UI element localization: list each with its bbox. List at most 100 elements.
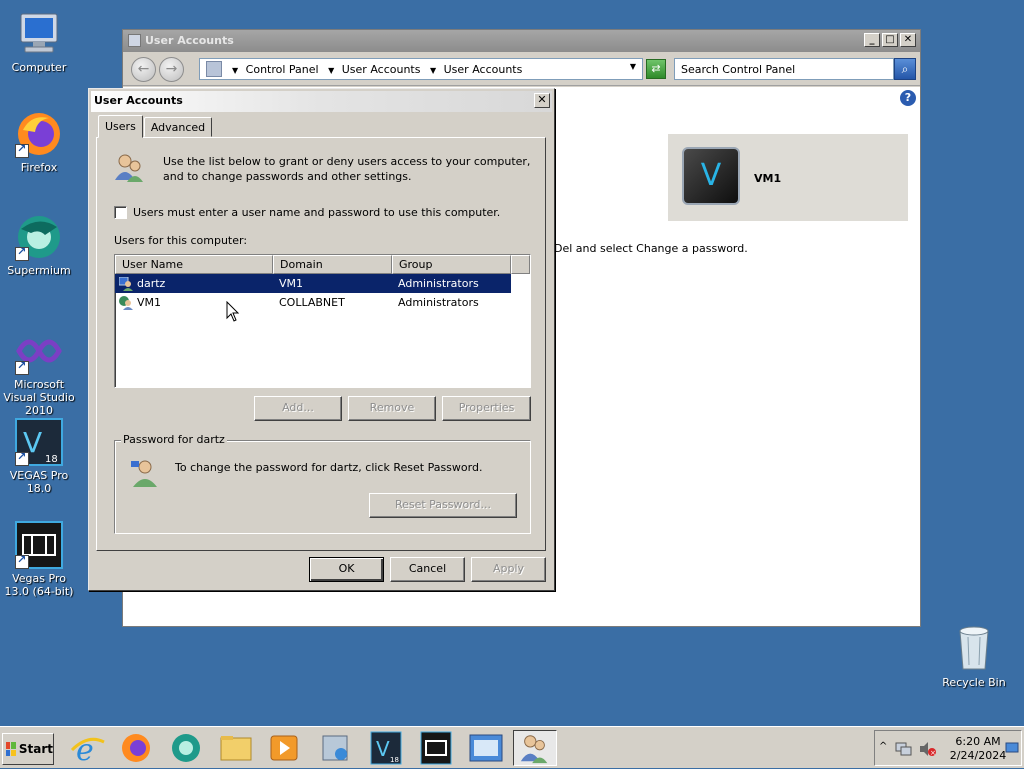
breadcrumb-separator-icon[interactable]: ▼ xyxy=(430,66,436,75)
cancel-button[interactable]: Cancel xyxy=(390,557,465,582)
back-arrow-icon: ← xyxy=(137,61,150,77)
taskbar-firefox[interactable] xyxy=(114,730,158,766)
taskbar-installer[interactable] xyxy=(313,730,357,766)
user-name: dartz xyxy=(137,277,166,290)
control-panel-icon xyxy=(206,61,222,77)
password-instructions: To change the password for dartz, click … xyxy=(175,461,483,474)
clock-time: 6:20 AM xyxy=(955,735,1001,748)
svg-text:V: V xyxy=(376,737,390,761)
search-input[interactable]: Search Control Panel xyxy=(674,58,894,80)
show-hidden-icons-icon[interactable]: ^ xyxy=(879,741,887,752)
remove-button[interactable]: Remove xyxy=(348,396,436,421)
column-header-user-name[interactable]: User Name xyxy=(115,255,273,274)
forward-arrow-icon: → xyxy=(165,61,178,77)
users-list-label: Users for this computer: xyxy=(114,234,248,247)
speaker-muted-icon[interactable]: × xyxy=(919,741,937,757)
add-button[interactable]: Add... xyxy=(254,396,342,421)
taskbar-file-explorer[interactable] xyxy=(214,730,258,766)
address-bar[interactable]: ▼ Control Panel ▼ User Accounts ▼ User A… xyxy=(199,58,643,80)
back-button[interactable]: ← xyxy=(131,57,156,82)
taskbar-vegas-pro-18[interactable]: V 18 xyxy=(364,730,408,766)
breadcrumb-user-accounts-current[interactable]: User Accounts xyxy=(444,63,523,76)
tab-users[interactable]: Users xyxy=(98,115,143,138)
minimize-button[interactable]: _ xyxy=(864,33,880,47)
column-header-domain[interactable]: Domain xyxy=(273,255,392,274)
users-icon xyxy=(520,735,548,764)
taskbar-internet-explorer[interactable]: e xyxy=(66,730,110,768)
table-row[interactable]: VM1 COLLABNET Administrators xyxy=(115,293,511,312)
search-icon: ⌕ xyxy=(901,62,909,76)
taskbar-user-accounts[interactable] xyxy=(513,730,557,766)
account-card: V VM1 xyxy=(668,134,908,221)
domain-user-icon xyxy=(119,295,133,310)
firefox-icon xyxy=(15,110,63,158)
reset-password-button[interactable]: Reset Password... xyxy=(369,493,517,518)
shortcut-arrow-icon xyxy=(15,245,29,261)
installer-icon xyxy=(322,735,348,761)
dialog-close-button[interactable]: ✕ xyxy=(534,93,550,108)
vegas-pro-18-icon: V 18 xyxy=(370,731,402,765)
dialog-titlebar[interactable]: User Accounts ✕ xyxy=(91,91,552,112)
shortcut-arrow-icon xyxy=(15,450,29,466)
breadcrumb-user-accounts[interactable]: User Accounts xyxy=(342,63,421,76)
breadcrumb-separator-icon[interactable]: ▼ xyxy=(328,66,334,75)
taskbar-supermium[interactable] xyxy=(164,730,208,766)
desktop-icon-vegas-pro-18[interactable]: V18 VEGAS Pro 18.0 xyxy=(0,418,78,495)
user-accounts-icon xyxy=(128,34,141,47)
column-header-group[interactable]: Group xyxy=(392,255,511,274)
mouse-cursor-icon xyxy=(226,301,240,322)
taskbar-media-player[interactable] xyxy=(262,730,306,766)
maximize-button[interactable]: □ xyxy=(882,33,898,47)
desktop-icon-label: Microsoft Visual Studio 2010 xyxy=(3,378,75,417)
search-button[interactable]: ⌕ xyxy=(894,58,916,80)
navigation-bar: ← → ▼ Control Panel ▼ User Accounts ▼ Us… xyxy=(123,52,920,86)
desktop-icon-visual-studio[interactable]: Microsoft Visual Studio 2010 xyxy=(0,327,78,417)
firefox-icon xyxy=(122,734,150,762)
desktop-icon-vegas-pro-13[interactable]: Vegas Pro 13.0 (64-bit) xyxy=(0,521,78,598)
windows-logo-icon xyxy=(6,742,16,756)
address-dropdown-icon[interactable]: ▼ xyxy=(630,62,636,71)
desktop-icon-recycle-bin[interactable]: Recycle Bin xyxy=(940,623,1008,689)
recycle-bin-icon xyxy=(959,626,989,670)
require-login-label[interactable]: Users must enter a user name and passwor… xyxy=(133,206,500,219)
taskbar-vegas-pro-13[interactable] xyxy=(414,730,458,766)
tab-advanced[interactable]: Advanced xyxy=(143,117,213,137)
desktop-icon-label: Computer xyxy=(11,61,67,74)
column-header-filler xyxy=(511,255,530,274)
folder-icon xyxy=(220,736,252,761)
computer-icon xyxy=(15,10,63,58)
require-login-checkbox-row[interactable]: Users must enter a user name and passwor… xyxy=(114,206,500,219)
user-key-icon xyxy=(129,457,161,489)
require-login-checkbox[interactable] xyxy=(114,206,127,219)
user-domain: VM1 xyxy=(279,277,304,290)
desktop-icon-label: Firefox xyxy=(20,161,58,174)
refresh-button[interactable]: ⇄ xyxy=(646,59,666,79)
clock[interactable]: 6:20 AM 2/24/2024 xyxy=(943,735,1013,763)
table-row[interactable]: dartz VM1 Administrators xyxy=(115,274,511,293)
supermium-icon xyxy=(15,213,63,261)
users-tab-panel: Use the list below to grant or deny user… xyxy=(96,137,546,551)
internet-explorer-icon: e xyxy=(70,733,105,768)
network-icon[interactable] xyxy=(895,741,913,757)
users-list-header: User Name Domain Group xyxy=(115,255,530,274)
ok-button[interactable]: OK xyxy=(309,557,384,582)
system-tray: ^ × 6:20 AM 2/24/2024 xyxy=(874,730,1022,766)
show-desktop-icon[interactable] xyxy=(1005,741,1019,755)
close-icon: ✕ xyxy=(537,93,547,106)
breadcrumb: ▼ Control Panel ▼ User Accounts ▼ User A… xyxy=(226,63,522,76)
help-icon[interactable]: ? xyxy=(900,90,916,106)
desktop-icon-supermium[interactable]: Supermium xyxy=(0,213,78,277)
supermium-icon xyxy=(172,734,200,762)
desktop-icon-firefox[interactable]: Firefox xyxy=(0,110,78,174)
properties-button[interactable]: Properties xyxy=(442,396,531,421)
apply-button[interactable]: Apply xyxy=(471,557,546,582)
users-list[interactable]: User Name Domain Group dartz VM1 Adminis… xyxy=(114,254,531,388)
close-button[interactable]: ✕ xyxy=(900,33,916,47)
breadcrumb-control-panel[interactable]: Control Panel xyxy=(246,63,319,76)
start-button[interactable]: Start xyxy=(2,733,54,765)
control-panel-titlebar[interactable]: User Accounts _ □ ✕ xyxy=(123,30,920,52)
taskbar-control-panel[interactable] xyxy=(464,730,508,766)
visual-studio-icon xyxy=(15,327,63,375)
desktop-icon-computer[interactable]: Computer xyxy=(0,10,78,74)
forward-button[interactable]: → xyxy=(159,57,184,82)
